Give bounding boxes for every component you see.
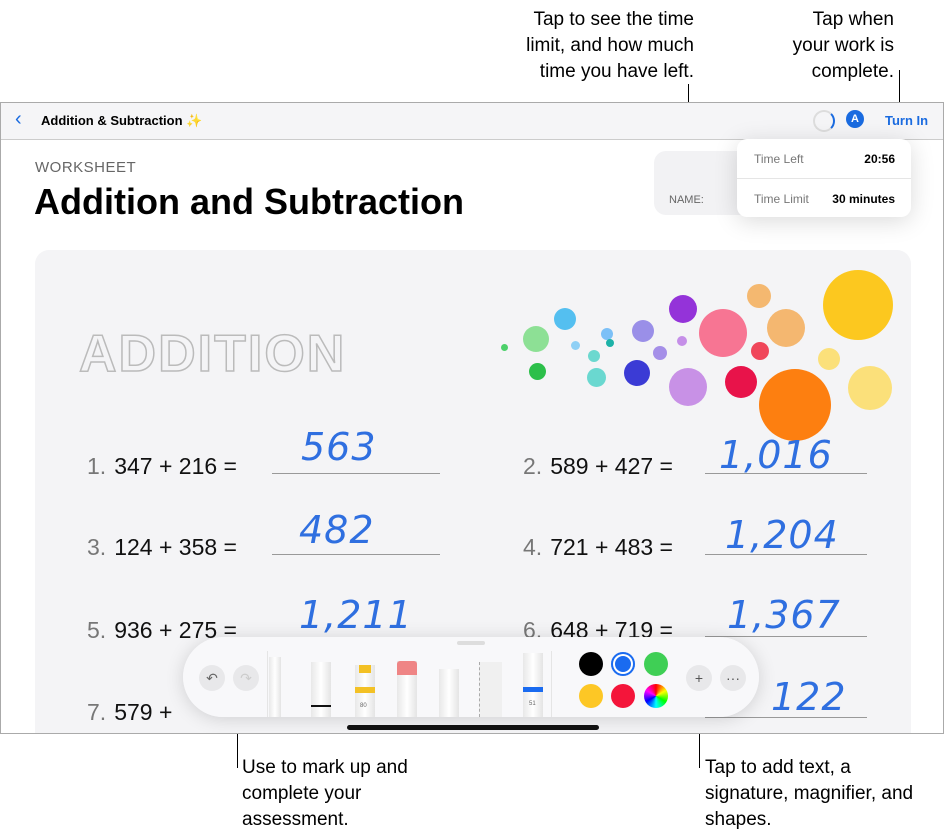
nav-bar: ‹ Addition & Subtraction ✨ A Turn In (1, 103, 943, 140)
ruler-tool[interactable] (479, 662, 502, 717)
time-left-value: 20:56 (864, 152, 895, 166)
answer-1[interactable]: 563 (301, 425, 377, 469)
back-chevron-icon[interactable]: ‹ (15, 108, 22, 131)
callout-turn-in: Tap when your work is complete. (792, 9, 894, 82)
color-red[interactable] (611, 684, 635, 708)
redo-icon[interactable]: ↷ (233, 665, 259, 691)
section-heading: ADDITION (78, 324, 347, 384)
more-ellipsis-icon[interactable]: ··· (720, 665, 746, 691)
color-picker-icon[interactable] (644, 684, 668, 708)
callout-time: Tap to see the time limit, and how much … (526, 9, 694, 82)
time-limit-label: Time Limit (754, 192, 809, 206)
time-limit-value: 30 minutes (832, 192, 895, 206)
worksheet-title: Addition and Subtraction (34, 181, 464, 222)
color-green[interactable] (644, 652, 668, 676)
color-blue-selected[interactable] (611, 652, 635, 676)
time-left-label: Time Left (754, 152, 804, 166)
add-plus-icon[interactable]: + (686, 665, 712, 691)
eraser-tool[interactable] (397, 661, 417, 717)
pen-tool[interactable] (269, 657, 281, 717)
problem-7: 7. 579 + (87, 699, 173, 725)
assignment-title: Addition & Subtraction ✨ (41, 113, 203, 128)
time-popover: Time Left 20:56 Time Limit 30 minutes (737, 139, 911, 217)
problem-3: 3. 124 + 358 = (87, 534, 237, 560)
answer-4[interactable]: 1,204 (725, 513, 839, 557)
color-black[interactable] (579, 652, 603, 676)
timer-icon[interactable] (813, 110, 835, 132)
fineliner-tool[interactable] (311, 662, 331, 717)
answer-8[interactable]: 122 (771, 675, 847, 719)
answer-6[interactable]: 1,367 (727, 593, 841, 637)
problem-4: 4. 721 + 483 = (523, 534, 673, 560)
problem-1: 1. 347 + 216 = (87, 453, 237, 479)
answer-5[interactable]: 1,211 (299, 593, 413, 637)
undo-icon[interactable]: ↶ (199, 665, 225, 691)
name-label: NAME: (669, 194, 704, 206)
color-yellow[interactable] (579, 684, 603, 708)
answer-3[interactable]: 482 (299, 508, 375, 552)
turn-in-button[interactable]: Turn In (885, 113, 928, 128)
home-indicator[interactable] (347, 725, 599, 730)
blue-marker-tool[interactable]: 51 (523, 653, 543, 717)
highlighter-tool[interactable]: 80 (355, 665, 375, 717)
markup-avatar-icon[interactable]: A (846, 110, 864, 128)
answer-2[interactable]: 1,016 (719, 433, 833, 477)
ipad-screen: ‹ Addition & Subtraction ✨ A Turn In Tim… (0, 102, 944, 734)
problem-2: 2. 589 + 427 = (523, 453, 673, 479)
callout-markup: Use to mark up and complete your assessm… (242, 757, 408, 830)
callout-add: Tap to add text, a signature, magnifier,… (705, 757, 914, 830)
pencil-tool[interactable] (439, 669, 459, 717)
worksheet-kicker: WORKSHEET (35, 159, 137, 176)
markup-toolbar: ↶ ↷ 80 51 + ··· (183, 637, 759, 717)
